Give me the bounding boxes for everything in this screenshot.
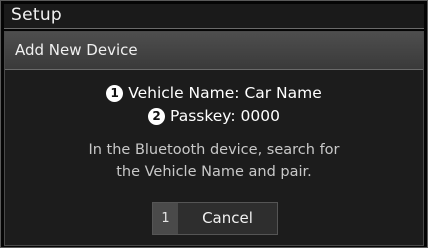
passkey-text: Passkey: 0000: [170, 107, 280, 125]
number-one-icon: 1: [106, 85, 124, 102]
vehicle-name-text: Vehicle Name: Car Name: [128, 84, 322, 102]
screen-frame: Setup Add New Device 1 Vehicle Name: Car …: [0, 0, 428, 248]
instruction-line-1: In the Bluetooth device, search for: [88, 142, 340, 158]
instruction-line-2: the Vehicle Name and pair.: [116, 164, 312, 180]
cancel-button-label: Cancel: [202, 209, 253, 227]
cancel-button-index: 1: [153, 203, 178, 234]
dialog-header: Add New Device: [5, 32, 423, 70]
passkey-line: 2 Passkey: 0000: [5, 107, 423, 125]
dialog-title: Add New Device: [15, 41, 138, 59]
title-bar: Setup: [4, 4, 424, 29]
screen-title: Setup: [11, 5, 62, 25]
add-device-dialog: Add New Device 1 Vehicle Name: Car Name 2…: [4, 31, 424, 246]
number-two-icon: 2: [148, 108, 166, 125]
vehicle-name-line: 1 Vehicle Name: Car Name: [5, 84, 423, 102]
cancel-button[interactable]: 1 Cancel: [152, 202, 278, 235]
